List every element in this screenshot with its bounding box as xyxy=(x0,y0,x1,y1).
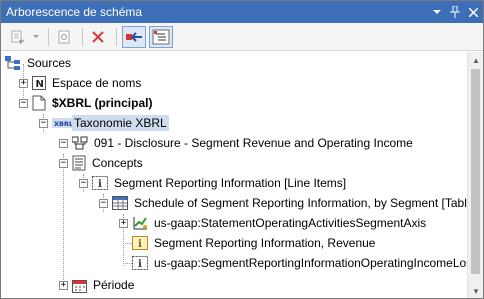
tree-node-label: 091 - Disclosure - Segment Revenue and O… xyxy=(94,136,413,150)
tree-node-label: Concepts xyxy=(92,156,143,170)
add-node-icon[interactable] xyxy=(7,26,29,48)
svg-text:N: N xyxy=(36,79,44,90)
expand-icon[interactable]: + xyxy=(59,280,68,290)
collapse-icon[interactable]: − xyxy=(79,178,88,188)
tree-node-axis[interactable]: + us-gaap:StatementOperatingActivitiesSe… xyxy=(119,213,428,233)
tree-node-operating-income[interactable]: i us-gaap:SegmentReportingInformationOpe… xyxy=(123,253,467,273)
toolbar-separator xyxy=(82,27,83,46)
tree-connector xyxy=(123,263,132,264)
tree-connector xyxy=(123,243,132,244)
schema-tree: Sources + N Espace de noms − $XBRL (prin… xyxy=(1,52,467,298)
tree-node-concepts[interactable]: − Concepts xyxy=(59,153,145,173)
tree-node-revenue[interactable]: i Segment Reporting Information, Revenue xyxy=(123,233,377,253)
collapse-icon[interactable]: − xyxy=(19,98,28,108)
tree-node-label: Espace de noms xyxy=(52,76,142,90)
scrollbar-thumb[interactable] xyxy=(471,69,480,274)
svg-text:i: i xyxy=(98,179,102,190)
tree-node-label: $XBRL (principal) xyxy=(52,96,153,110)
toolbar-separator xyxy=(116,27,117,46)
dropdown-icon[interactable] xyxy=(32,26,40,48)
scroll-down-icon[interactable]: ▼ xyxy=(468,283,483,298)
expand-icon[interactable]: + xyxy=(119,218,128,228)
tree-node-taxonomy[interactable]: − XBRL Taxonomie XBRL xyxy=(39,113,169,133)
document-icon xyxy=(32,95,46,111)
tree-node-label: us-gaap:SegmentReportingInformationOpera… xyxy=(154,256,467,270)
close-icon[interactable] xyxy=(465,4,481,20)
svg-text:XBRL: XBRL xyxy=(54,120,72,128)
tree-node-period[interactable]: + Période xyxy=(59,275,136,295)
scroll-up-icon[interactable]: ▲ xyxy=(468,52,483,68)
settings-icon[interactable] xyxy=(54,26,74,48)
tree-node-xbrl[interactable]: − $XBRL (principal) xyxy=(19,93,154,113)
concepts-icon xyxy=(72,155,86,171)
collapse-icon[interactable]: − xyxy=(99,198,108,208)
tree-node-label: us-gaap:StatementOperatingActivitiesSegm… xyxy=(154,216,427,230)
tree-node-namespaces[interactable]: + N Espace de noms xyxy=(19,73,143,93)
xbrl-icon: XBRL xyxy=(52,118,72,128)
collapse-icon[interactable]: − xyxy=(59,138,68,148)
tree-node-sources[interactable]: Sources xyxy=(5,53,73,73)
toolbar-separator xyxy=(48,27,49,46)
title-bar: Arborescence de schéma xyxy=(1,1,483,23)
dropdown-icon[interactable] xyxy=(429,4,445,20)
sync-back-icon[interactable] xyxy=(122,25,146,48)
item-icon: i xyxy=(132,236,148,250)
table-icon xyxy=(112,196,128,210)
schema-tree-window: Arborescence de schéma Sources + N Espac… xyxy=(0,0,484,299)
abstract-icon: i xyxy=(132,256,148,270)
network-icon xyxy=(72,136,88,150)
tree-node-label: Période xyxy=(93,278,135,292)
collapse-icon[interactable]: − xyxy=(39,118,48,128)
tree-node-label: Segment Reporting Information, Revenue xyxy=(154,236,376,250)
delete-icon[interactable] xyxy=(88,26,108,48)
line-items-icon: i xyxy=(92,176,108,190)
tree-node-table[interactable]: − Schedule of Segment Reporting Informat… xyxy=(99,193,467,213)
namespace-icon: N xyxy=(32,76,46,90)
collapse-icon[interactable]: − xyxy=(59,158,68,168)
sync-tree-icon[interactable] xyxy=(149,25,173,48)
toolbar xyxy=(1,23,483,51)
tree-node-line-items[interactable]: − i Segment Reporting Information [Line … xyxy=(79,173,348,193)
tree-node-label: Taxonomie XBRL xyxy=(72,115,169,131)
sources-icon xyxy=(5,56,21,70)
svg-text:i: i xyxy=(138,259,142,270)
tree-node-disclosure[interactable]: − 091 - Disclosure - Segment Revenue and… xyxy=(59,133,415,153)
vertical-scrollbar[interactable]: ▲ ▼ xyxy=(467,52,483,298)
calendar-icon xyxy=(72,278,87,293)
axis-icon xyxy=(132,216,148,231)
window-title: Arborescence de schéma xyxy=(6,5,143,19)
tree-node-label: Schedule of Segment Reporting Informatio… xyxy=(134,196,467,210)
pin-icon[interactable] xyxy=(447,4,463,20)
svg-text:i: i xyxy=(138,239,142,250)
tree-node-label: Sources xyxy=(27,56,72,70)
expand-icon[interactable]: + xyxy=(19,78,28,88)
tree-node-label: Segment Reporting Information [Line Item… xyxy=(114,176,347,190)
